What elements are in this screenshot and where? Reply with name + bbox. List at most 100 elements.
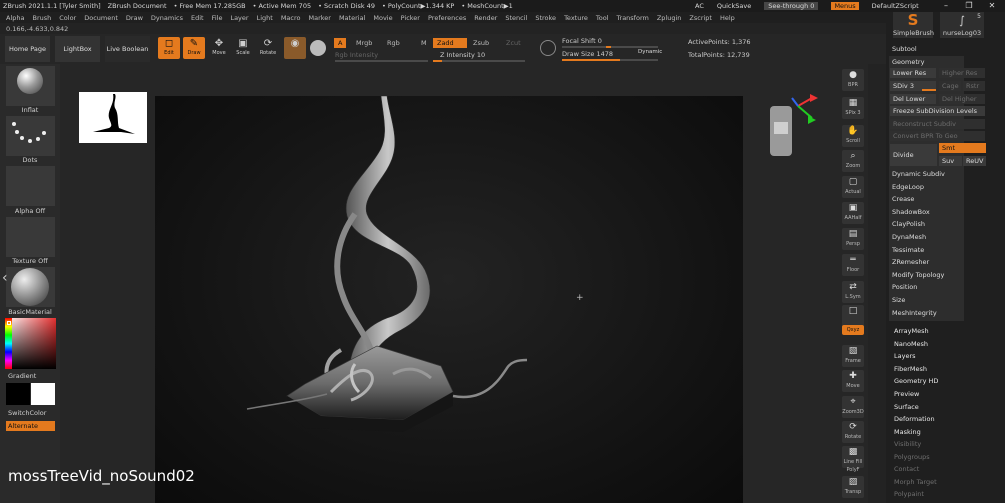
rotate-button[interactable]: ⟳ Rotate: [257, 37, 279, 59]
menu-layer[interactable]: Layer: [230, 14, 248, 22]
menu-brush[interactable]: Brush: [32, 14, 51, 22]
lightbox-button[interactable]: LightBox: [55, 36, 100, 62]
menu-edit[interactable]: Edit: [191, 14, 204, 22]
section-polygroups[interactable]: Polygroups: [894, 453, 930, 461]
frame-button[interactable]: ▧ Frame: [842, 345, 864, 367]
geometry-shadowbox[interactable]: ShadowBox: [892, 208, 930, 216]
menu-alpha[interactable]: Alpha: [6, 14, 24, 22]
actual-button[interactable]: ▢ Actual: [842, 176, 864, 198]
menu-marker[interactable]: Marker: [308, 14, 330, 22]
edit-button[interactable]: ◻ Edit: [158, 37, 180, 59]
menu-movie[interactable]: Movie: [373, 14, 392, 22]
switchcolor-button[interactable]: SwitchColor: [8, 409, 68, 417]
del-higher-button[interactable]: Del Higher: [939, 94, 985, 104]
zoom-button[interactable]: ⌕ Zoom: [842, 150, 864, 172]
menu-render[interactable]: Render: [474, 14, 497, 22]
section-polypaint[interactable]: Polypaint: [894, 490, 924, 498]
document-canvas[interactable]: [155, 95, 743, 503]
close-icon[interactable]: ✕: [981, 0, 1003, 12]
primary-color-swatch[interactable]: [31, 383, 55, 405]
a-toggle[interactable]: A: [334, 38, 347, 48]
reuv-toggle[interactable]: ReUV: [963, 156, 986, 166]
menu-zplugin[interactable]: Zplugin: [657, 14, 682, 22]
suv-toggle[interactable]: Suv: [939, 156, 962, 166]
scale-button[interactable]: ▣ Scale: [232, 37, 254, 59]
zsub-toggle[interactable]: Zsub: [469, 38, 493, 48]
del-lower-button[interactable]: Del Lower: [890, 94, 936, 104]
transp-button[interactable]: ▨ Transp: [842, 476, 864, 498]
geometry-zremesher[interactable]: ZRemesher: [892, 258, 929, 266]
texture-thumbnail[interactable]: [6, 217, 55, 257]
menu-file[interactable]: File: [212, 14, 223, 22]
section-geometry-hd[interactable]: Geometry HD: [894, 377, 938, 385]
divide-button[interactable]: Divide: [890, 144, 937, 166]
draw-button[interactable]: ✎ Draw: [183, 37, 205, 59]
menu-color[interactable]: Color: [59, 14, 76, 22]
see-through-slider[interactable]: See-through 0: [764, 2, 819, 10]
subtool-section[interactable]: Subtool: [892, 45, 917, 53]
hue-strip[interactable]: [5, 318, 12, 369]
section-preview[interactable]: Preview: [894, 390, 919, 398]
menu-texture[interactable]: Texture: [564, 14, 588, 22]
section-nanomesh[interactable]: NanoMesh: [894, 340, 928, 348]
higher-res-button[interactable]: Higher Res: [939, 68, 985, 78]
menu-material[interactable]: Material: [339, 14, 365, 22]
orientation-gizmo[interactable]: [766, 92, 826, 162]
mrgb-toggle[interactable]: Mrgb: [352, 38, 376, 48]
geometry-tessimate[interactable]: Tessimate: [892, 246, 924, 254]
menu-document[interactable]: Document: [84, 14, 118, 22]
alternate-button[interactable]: Alternate: [6, 421, 55, 431]
section-masking[interactable]: Masking: [894, 428, 921, 436]
lsym-button[interactable]: ⇄ L.Sym: [842, 281, 864, 303]
geometry-dynamesh[interactable]: DynaMesh: [892, 233, 926, 241]
geometry-section[interactable]: Geometry: [892, 58, 924, 66]
gizmo-toggle-icon[interactable]: [310, 40, 326, 56]
maximize-icon[interactable]: ❐: [958, 0, 980, 12]
section-contact[interactable]: Contact: [894, 465, 919, 473]
minimize-icon[interactable]: –: [935, 0, 957, 12]
geometry-crease[interactable]: Crease: [892, 195, 914, 203]
menu-stencil[interactable]: Stencil: [505, 14, 527, 22]
floor-button[interactable]: ═ Floor: [842, 254, 864, 276]
menu-help[interactable]: Help: [720, 14, 735, 22]
rstr-button[interactable]: Rstr: [963, 81, 985, 91]
geometry-dynamic-subdiv[interactable]: Dynamic Subdiv: [892, 170, 945, 178]
rgb-intensity-slider[interactable]: [335, 60, 428, 62]
freeze-subdiv-button[interactable]: Freeze SubDivision Levels: [890, 106, 985, 116]
zcut-toggle[interactable]: Zcut: [502, 38, 525, 48]
geometry-claypolish[interactable]: ClayPolish: [892, 220, 925, 228]
color-picker[interactable]: [5, 318, 56, 369]
geometry-meshintegrity[interactable]: MeshIntegrity: [892, 309, 937, 317]
section-surface[interactable]: Surface: [894, 403, 919, 411]
move-button[interactable]: ✚ Move: [842, 370, 864, 392]
nurselog03-slot[interactable]: 5 ∫ nurseLog03: [940, 12, 984, 38]
convert-bpr-button[interactable]: Convert BPR To Geo: [890, 131, 985, 141]
section-arraymesh[interactable]: ArrayMesh: [894, 327, 929, 335]
menu-preferences[interactable]: Preferences: [428, 14, 466, 22]
geometry-position[interactable]: Position: [892, 283, 917, 291]
menu-picker[interactable]: Picker: [401, 14, 420, 22]
section-layers[interactable]: Layers: [894, 352, 916, 360]
stroke-thumbnail[interactable]: [6, 116, 55, 156]
reconstruct-subdiv-button[interactable]: Reconstruct Subdiv: [890, 119, 985, 129]
spix-button[interactable]: ▦ SPix 3: [842, 97, 864, 119]
m-toggle[interactable]: M: [417, 38, 431, 48]
rotate-button[interactable]: ⟳ Rotate: [842, 421, 864, 443]
smt-toggle[interactable]: Smt: [939, 143, 986, 153]
live-boolean-button[interactable]: Live Boolean: [105, 36, 150, 62]
dynamic-toggle[interactable]: Dynamic: [638, 49, 662, 55]
home-page-button[interactable]: Home Page: [5, 36, 50, 62]
geometry-modify-topology[interactable]: Modify Topology: [892, 271, 944, 279]
menu-light[interactable]: Light: [257, 14, 273, 22]
aahalf-button[interactable]: ▣ AAHalf: [842, 202, 864, 224]
local-button[interactable]: □: [842, 305, 864, 327]
section-deformation[interactable]: Deformation: [894, 415, 935, 423]
persp-button[interactable]: ▤ Persp: [842, 228, 864, 250]
navigation-thumbnail[interactable]: [79, 92, 147, 143]
scroll-button[interactable]: ✋ Scroll: [842, 125, 864, 147]
menu-zscript[interactable]: Zscript: [689, 14, 712, 22]
menu-macro[interactable]: Macro: [281, 14, 301, 22]
default-zscript[interactable]: DefaultZScript: [872, 2, 919, 10]
section-fibermesh[interactable]: FiberMesh: [894, 365, 927, 373]
section-visibility[interactable]: Visibility: [894, 440, 921, 448]
